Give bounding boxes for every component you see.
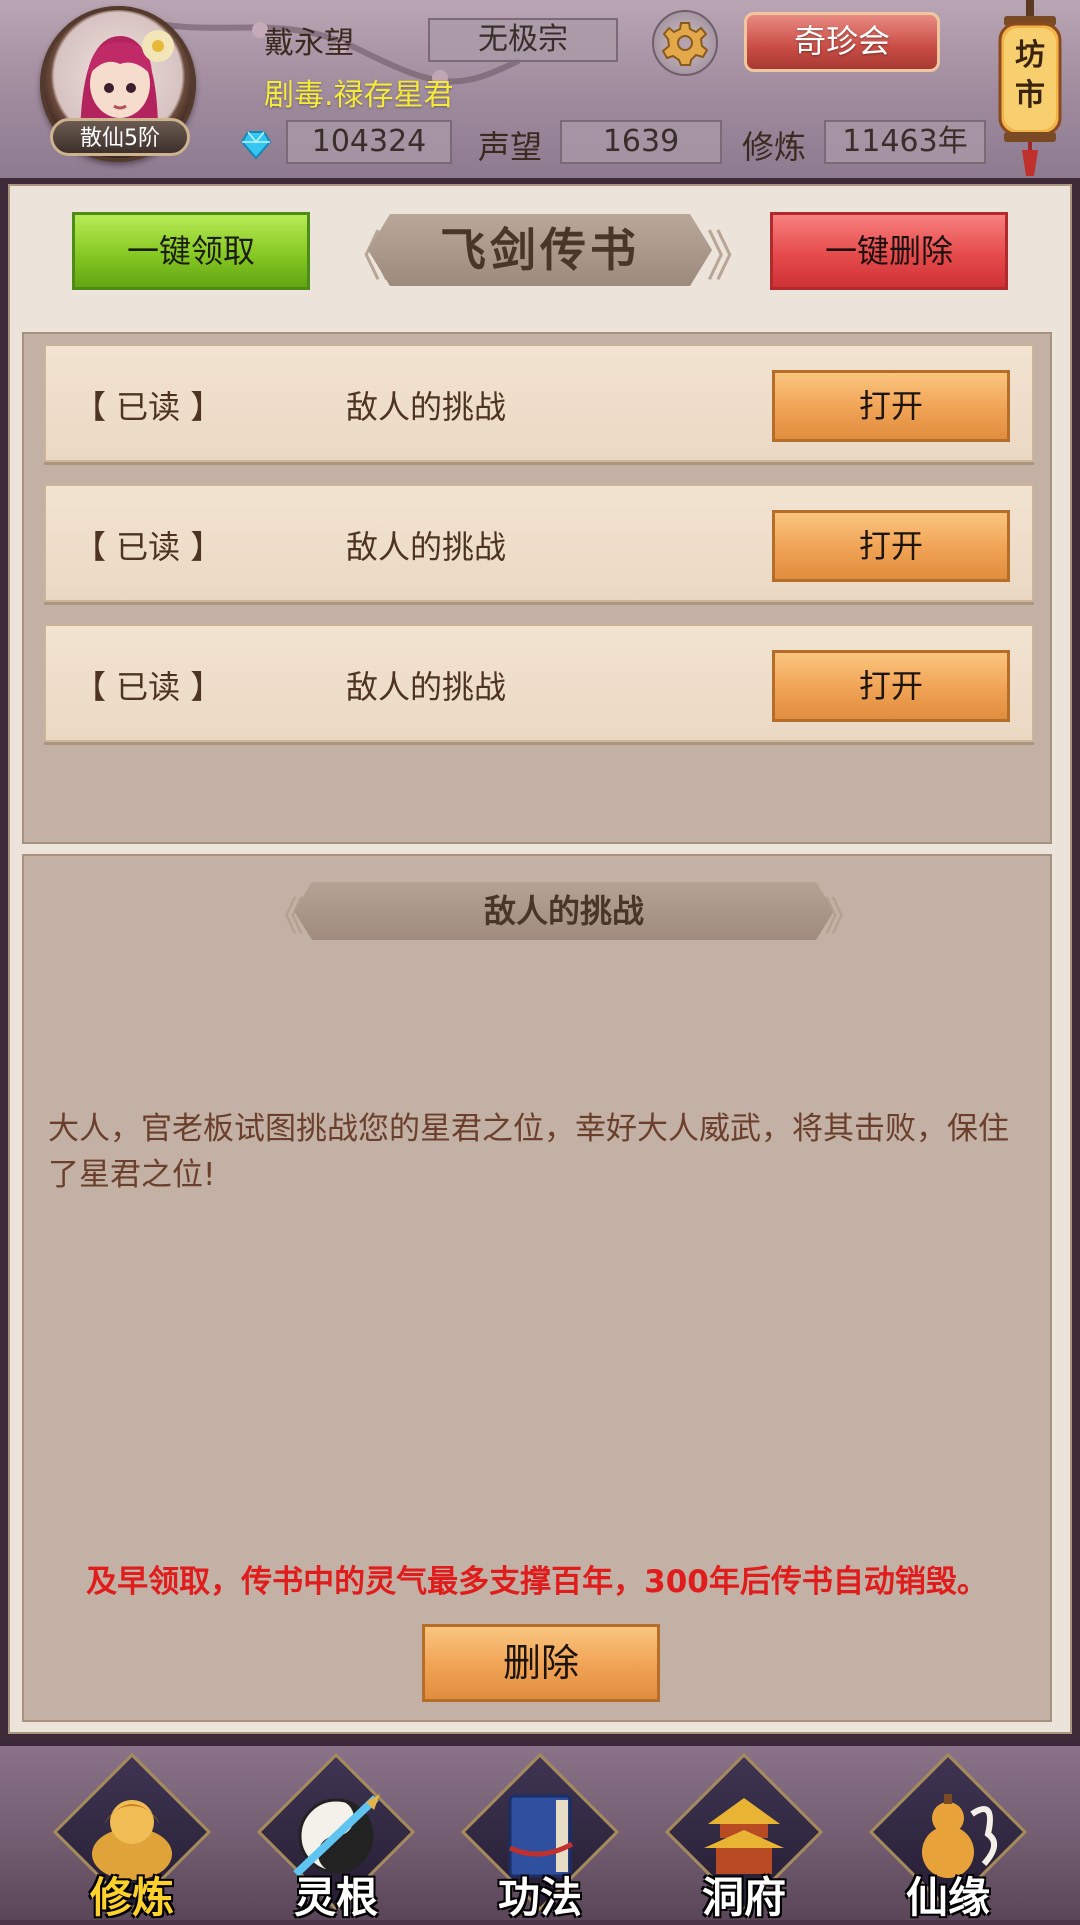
- list-item[interactable]: 【 已读 】 敌人的挑战 打开: [44, 624, 1034, 742]
- cultivation-years: 11463年: [824, 120, 986, 164]
- nav-destiny[interactable]: 仙缘: [868, 1752, 1028, 1922]
- top-status-bar: 散仙5阶 戴永望 剧毒.禄存星君 无极宗 奇珍会 坊市 104324 声望 16…: [0, 0, 1080, 180]
- player-name: 戴永望: [264, 26, 354, 61]
- reputation-label: 声望: [478, 128, 543, 166]
- nav-label: 灵根: [293, 1873, 378, 1922]
- cultivation-rank-badge: 散仙5阶: [50, 118, 190, 156]
- expiry-warning: 及早领取，传书中的灵气最多支撑百年，300年后传书自动销毁。: [86, 1564, 988, 1600]
- mail-detail-body: 大人，官老板试图挑战您的星君之位，幸好大人威武，将其击败，保住了星君之位!: [48, 1111, 1009, 1193]
- mail-detail: 《 敌人的挑战 》 大人，官老板试图挑战您的星君之位，幸好大人威武，将其击败，保…: [22, 854, 1052, 1722]
- nav-cultivate[interactable]: 修炼: [52, 1752, 212, 1922]
- blue-gem-icon: [240, 131, 272, 160]
- nav-label: 洞府: [701, 1873, 786, 1922]
- open-mail-button[interactable]: 打开: [772, 650, 1010, 722]
- mail-subject: 敌人的挑战: [346, 528, 507, 566]
- mail-subject: 敌人的挑战: [346, 668, 507, 706]
- bottom-navigation: 修炼 灵根 功法 洞府 仙缘: [0, 1740, 1080, 1922]
- list-item[interactable]: 【 已读 】 敌人的挑战 打开: [44, 344, 1034, 462]
- open-mail-button[interactable]: 打开: [772, 510, 1010, 582]
- lantern-label: 坊市: [1015, 38, 1045, 113]
- nav-cave-abode[interactable]: 洞府: [664, 1752, 824, 1922]
- nav-label: 仙缘: [905, 1873, 990, 1922]
- mail-status: 【 已读 】: [74, 668, 223, 706]
- mail-status: 【 已读 】: [74, 388, 223, 426]
- nav-label: 功法: [497, 1873, 582, 1922]
- sect-name: 无极宗: [428, 18, 618, 62]
- gear-icon[interactable]: [652, 10, 718, 76]
- mail-subject: 敌人的挑战: [346, 388, 507, 426]
- mail-detail-title: 敌人的挑战: [294, 882, 834, 940]
- title-right-chevron-icon: 》: [706, 225, 760, 288]
- delete-all-button[interactable]: 一键删除: [770, 212, 1008, 290]
- nav-label: 修炼: [89, 1873, 174, 1922]
- open-mail-button[interactable]: 打开: [772, 370, 1010, 442]
- nav-techniques[interactable]: 功法: [460, 1752, 620, 1922]
- mail-status: 【 已读 】: [74, 528, 223, 566]
- panel-title: 飞剑传书: [368, 214, 712, 286]
- list-item[interactable]: 【 已读 】 敌人的挑战 打开: [44, 484, 1034, 602]
- cultivation-label: 修炼: [742, 128, 807, 166]
- claim-all-button[interactable]: 一键领取: [72, 212, 310, 290]
- spirit-stone-count: 104324: [286, 120, 452, 164]
- detail-right-chevron-icon: 》: [824, 894, 864, 940]
- treasure-auction-button[interactable]: 奇珍会: [744, 12, 940, 72]
- nav-spirit-root[interactable]: 灵根: [256, 1752, 416, 1922]
- market-lantern-button[interactable]: 坊市: [990, 0, 1070, 180]
- player-title: 剧毒.禄存星君: [264, 78, 454, 113]
- delete-mail-button[interactable]: 删除: [422, 1624, 660, 1702]
- mail-list: 【 已读 】 敌人的挑战 打开 【 已读 】 敌人的挑战 打开 【 已读 】 敌…: [22, 332, 1052, 844]
- reputation-value: 1639: [560, 120, 722, 164]
